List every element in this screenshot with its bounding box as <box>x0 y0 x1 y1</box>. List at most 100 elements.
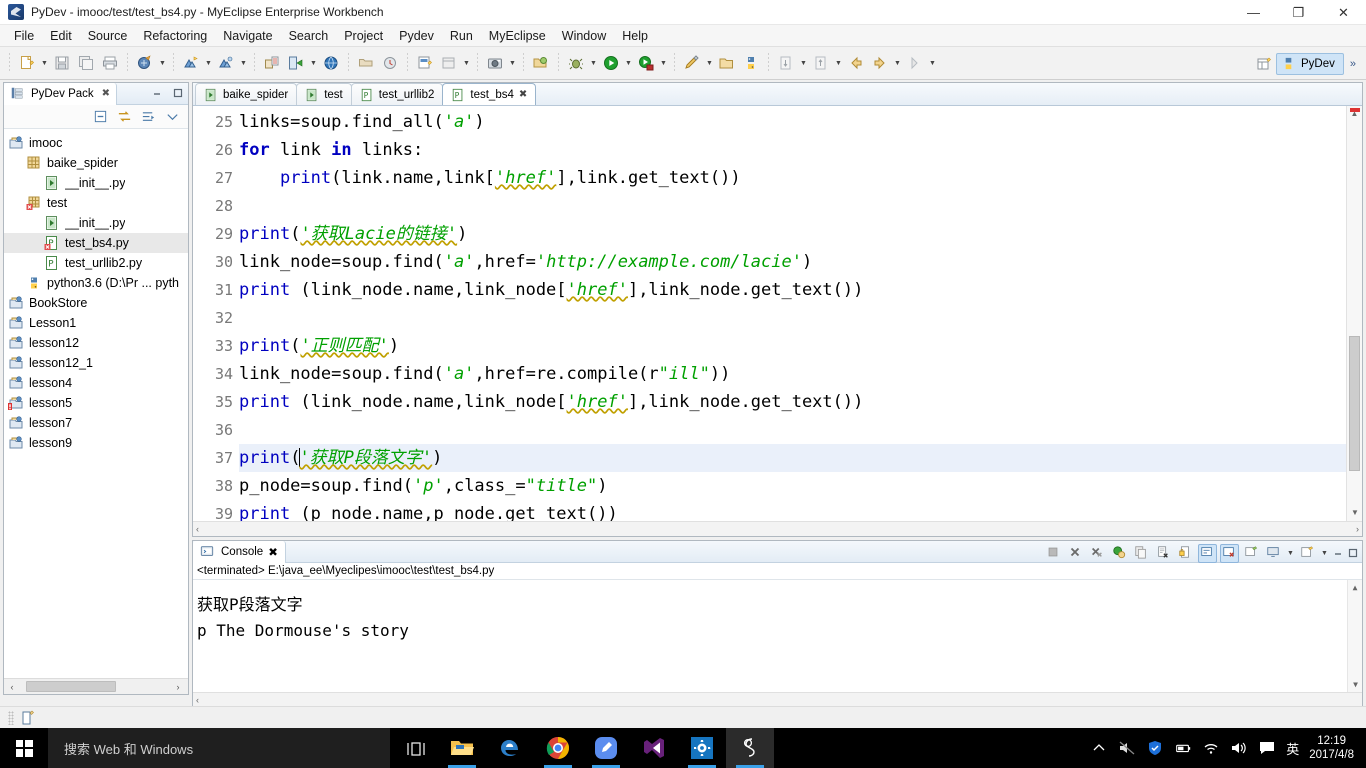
editor-tab-test-urllib2[interactable]: Ptest_urllib2 <box>351 83 444 105</box>
code-line[interactable]: links=soup.find_all('a') <box>239 108 1362 136</box>
open-perspective-button[interactable] <box>1253 53 1275 75</box>
code-line[interactable]: print(link.name,link['href'],link.get_te… <box>239 164 1362 192</box>
run-server-button[interactable] <box>285 52 307 74</box>
start-button[interactable] <box>0 728 48 768</box>
code-line[interactable]: for link in links: <box>239 136 1362 164</box>
close-button[interactable]: ✕ <box>1321 0 1366 25</box>
new-uml2-button[interactable] <box>215 52 237 74</box>
code-line[interactable] <box>239 416 1362 444</box>
minimize-view-button[interactable] <box>150 86 164 100</box>
filter-button[interactable] <box>139 107 159 127</box>
new-package-dropdown[interactable]: ▼ <box>461 52 472 74</box>
console-vertical-scrollbar[interactable]: ▲ ▼ <box>1347 580 1362 692</box>
view-menu-button[interactable] <box>163 107 183 127</box>
open-type-button[interactable] <box>355 52 377 74</box>
scroll-lock-button[interactable] <box>1176 544 1195 563</box>
pencil-button[interactable] <box>681 52 703 74</box>
menu-item-source[interactable]: Source <box>80 27 136 45</box>
source-code[interactable]: links=soup.find_all('a')for link in link… <box>239 106 1362 521</box>
code-line[interactable]: print('正则匹配') <box>239 332 1362 360</box>
myeclipse-button[interactable] <box>726 728 774 768</box>
tree-item[interactable]: baike_spider <box>4 153 188 173</box>
tree-item[interactable]: lesson12 <box>4 333 188 353</box>
toolbar-overflow-button[interactable]: » <box>1344 58 1362 70</box>
code-line[interactable]: p_node=soup.find('p',class_="title") <box>239 472 1362 500</box>
menu-item-search[interactable]: Search <box>281 27 337 45</box>
code-area[interactable]: 252627282930313233343536373839 links=sou… <box>193 106 1362 521</box>
editor-vertical-scrollbar[interactable]: ▲ ▼ <box>1346 106 1362 521</box>
hscroll-left-arrow[interactable]: ‹ <box>196 524 199 534</box>
new-console-button[interactable] <box>1242 544 1261 563</box>
tree-item[interactable]: Ptest_bs4.py <box>4 233 188 253</box>
scroll-down-arrow[interactable]: ▼ <box>1347 505 1362 521</box>
tree-item[interactable]: lesson12_1 <box>4 353 188 373</box>
project-tree[interactable]: imoocbaike_spider__init__.pytest__init__… <box>4 129 188 678</box>
scroll-right-arrow[interactable]: › <box>170 682 186 692</box>
tree-item[interactable]: Ptest_urllib2.py <box>4 253 188 273</box>
snapshot-dropdown[interactable]: ▼ <box>507 52 518 74</box>
task-view-button[interactable] <box>390 728 438 768</box>
snapshot-button[interactable] <box>484 52 506 74</box>
hscroll-right-arrow[interactable]: › <box>1356 524 1359 534</box>
tree-item[interactable]: Lesson1 <box>4 313 188 333</box>
tree-item[interactable]: lesson7 <box>4 413 188 433</box>
problem-marker[interactable] <box>1350 108 1360 112</box>
new-class-button[interactable] <box>414 52 436 74</box>
menu-item-navigate[interactable]: Navigate <box>215 27 280 45</box>
volume-icon[interactable] <box>1230 739 1248 757</box>
tree-item[interactable]: test <box>4 193 188 213</box>
chrome-button[interactable] <box>534 728 582 768</box>
code-line[interactable]: print (link_node.name,link_node['href'],… <box>239 276 1362 304</box>
new-package-button[interactable] <box>438 52 460 74</box>
view-tab-pydev-pack[interactable]: PyDev Pack ✖ <box>4 83 117 105</box>
tree-item[interactable]: lesson9 <box>4 433 188 453</box>
scroll-down-arrow[interactable]: ▼ <box>1348 677 1362 692</box>
tree-item[interactable]: __init__.py <box>4 213 188 233</box>
close-icon[interactable]: ✖ <box>519 89 527 100</box>
maximize-button[interactable]: ❐ <box>1276 0 1321 25</box>
back-button[interactable] <box>845 52 867 74</box>
history-button[interactable] <box>379 52 401 74</box>
hscroll-left-arrow[interactable]: ‹ <box>196 695 199 705</box>
perspective-tab-pydev[interactable]: PyDev <box>1276 53 1344 75</box>
editor-horizontal-scrollbar[interactable]: ‹ › <box>193 521 1362 536</box>
debug-button[interactable] <box>565 52 587 74</box>
open-project-button[interactable] <box>716 52 738 74</box>
new-file-dropdown[interactable]: ▼ <box>39 52 50 74</box>
scroll-up-arrow[interactable]: ▲ <box>1348 580 1362 595</box>
action-center-button[interactable] <box>1258 739 1276 757</box>
console-tab[interactable]: Console ✖ <box>193 541 286 563</box>
code-line[interactable]: print('获取P段落文字') <box>239 444 1362 472</box>
code-line[interactable]: link_node=soup.find('a',href=re.compile(… <box>239 360 1362 388</box>
close-icon[interactable]: ✖ <box>102 88 110 99</box>
run-server-dropdown[interactable]: ▼ <box>308 52 319 74</box>
web-browser-button[interactable] <box>320 52 342 74</box>
shield-icon[interactable] <box>1146 739 1164 757</box>
settings-button[interactable] <box>678 728 726 768</box>
debug-dropdown[interactable]: ▼ <box>588 52 599 74</box>
new-uml2-dropdown[interactable]: ▼ <box>238 52 249 74</box>
save-all-button[interactable] <box>75 52 97 74</box>
remove-launch-button[interactable] <box>1066 544 1085 563</box>
editor-tab-baike-spider[interactable]: baike_spider <box>195 83 297 105</box>
close-icon[interactable]: ✖ <box>268 545 278 559</box>
tree-horizontal-scrollbar[interactable]: ‹ › <box>4 678 188 694</box>
link-with-editor-button[interactable] <box>115 107 135 127</box>
prev-annotation-button[interactable] <box>810 52 832 74</box>
editor-tab-test-bs4[interactable]: Ptest_bs4✖ <box>442 83 536 105</box>
edge-button[interactable] <box>486 728 534 768</box>
run-button[interactable] <box>600 52 622 74</box>
taskbar-search-box[interactable]: 搜索 Web 和 Windows <box>48 728 390 768</box>
run-dropdown[interactable]: ▼ <box>623 52 634 74</box>
external-tools-button[interactable] <box>635 52 657 74</box>
relaunch-button[interactable] <box>1110 544 1129 563</box>
menu-item-myeclipse[interactable]: MyEclipse <box>481 27 554 45</box>
display-selected-console-button[interactable] <box>1264 544 1283 563</box>
menu-item-run[interactable]: Run <box>442 27 481 45</box>
maximize-view-button[interactable] <box>171 86 185 100</box>
next-edit-dropdown[interactable]: ▼ <box>927 52 938 74</box>
console-horizontal-scrollbar[interactable]: ‹ <box>193 692 1362 707</box>
file-explorer-button[interactable] <box>438 728 486 768</box>
new-file-button[interactable] <box>16 52 38 74</box>
code-line[interactable]: print('获取Lacie的链接') <box>239 220 1362 248</box>
